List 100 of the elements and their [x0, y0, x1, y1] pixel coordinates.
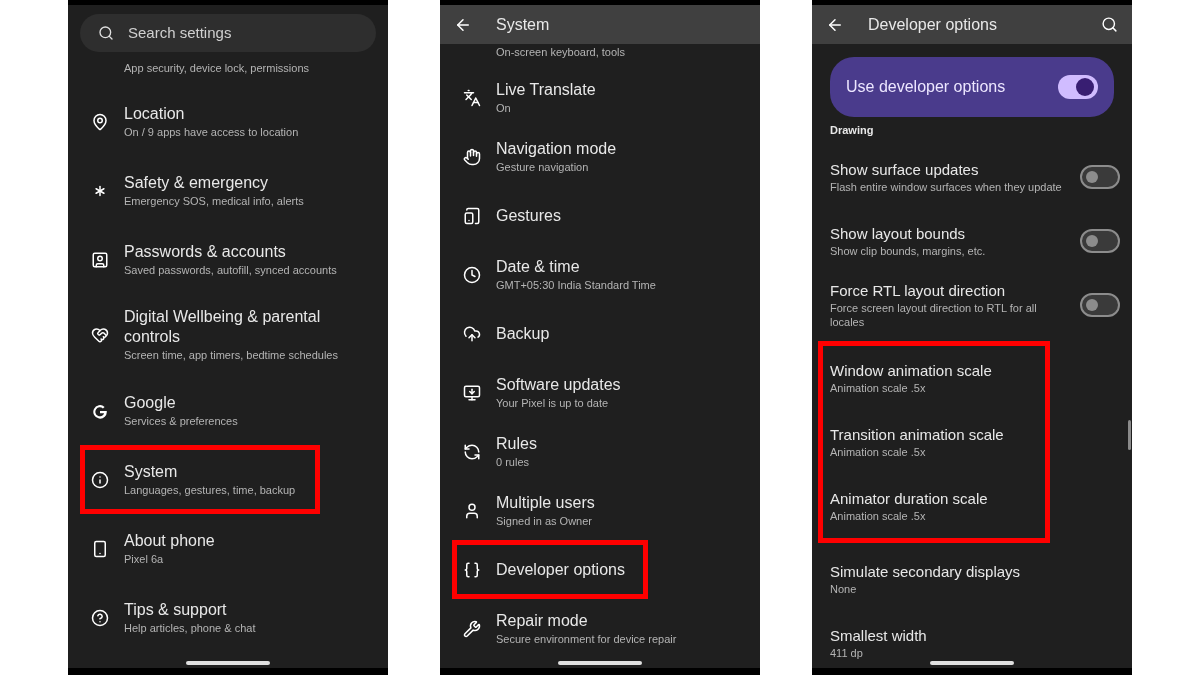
screen-title: Developer options — [868, 14, 998, 35]
phone-icon — [91, 539, 109, 558]
search-icon[interactable] — [1101, 16, 1118, 33]
item-title: About phone — [124, 530, 215, 551]
settings-item[interactable]: Tips & support Help articles, phone & chat — [80, 583, 380, 652]
tools-icon — [463, 619, 481, 638]
item-subtitle: 0 rules — [496, 454, 531, 470]
item-title: Multiple users — [496, 492, 595, 513]
cloud-upload-icon — [463, 324, 481, 343]
item-title: Date & time — [496, 256, 581, 277]
main-switch-card[interactable]: Use developer options — [830, 57, 1114, 117]
item-subtitle: Emergency SOS, medical info, alerts — [124, 193, 304, 209]
item-title: Google — [124, 392, 177, 413]
download-icon — [463, 383, 481, 402]
settings-item[interactable]: Live Translate On — [452, 68, 752, 127]
item-title: Window animation scale — [830, 361, 993, 381]
settings-item[interactable]: Animator duration scale Animation scale .5x — [823, 474, 1045, 538]
settings-item[interactable]: Force RTL layout direction Force screen layout direction to RTL for all locales — [812, 273, 1132, 337]
item-title: Navigation mode — [496, 138, 617, 159]
settings-item[interactable]: Safety & emergency Emergency SOS, medical info, alerts — [80, 156, 380, 225]
help-icon — [91, 608, 109, 627]
item-subtitle: Flash entire window surfaces when they update — [830, 180, 1063, 194]
toggle-switch[interactable] — [1080, 229, 1120, 253]
item-subtitle: GMT+05:30 India Standard Time — [496, 277, 656, 293]
switch-label: Use developer options — [846, 77, 1006, 97]
settings-item[interactable]: Passwords & accounts Saved passwords, autofill, synced accounts — [80, 225, 380, 294]
item-title: Show surface updates — [830, 160, 980, 180]
settings-item[interactable]: Backup — [452, 304, 752, 363]
item-subtitle: Animation scale .5x — [830, 381, 927, 395]
item-title: Animator duration scale — [830, 489, 989, 509]
item-subtitle: App security, device lock, permissions — [124, 61, 311, 75]
settings-item[interactable]: Developer options — [452, 540, 648, 599]
settings-item[interactable]: Gestures — [452, 186, 752, 245]
scrollbar — [1128, 420, 1131, 450]
settings-item[interactable]: Software updates Your Pixel is up to date — [452, 363, 752, 422]
settings-item[interactable]: System Languages, gestures, time, backup — [80, 445, 320, 514]
translate-icon — [463, 88, 481, 107]
item-title: Live Translate — [496, 79, 596, 100]
item-title: Gestures — [496, 205, 561, 226]
item-title: Force RTL layout direction — [830, 281, 1007, 301]
settings-item[interactable]: Location On / 9 apps have access to location — [80, 87, 380, 156]
settings-item[interactable]: Show layout bounds Show clip bounds, margins, etc. — [812, 209, 1132, 273]
item-title: Passwords & accounts — [124, 241, 287, 262]
settings-item[interactable]: Simulate secondary displays None — [812, 547, 1132, 611]
item-subtitle: Secure environment for device repair — [496, 631, 677, 647]
item-subtitle: Show clip bounds, margins, etc. — [830, 244, 987, 258]
screen-title: System — [496, 14, 551, 35]
item-title: Transition animation scale — [830, 425, 1005, 445]
search-field[interactable]: Search settings — [80, 14, 376, 52]
clock-icon — [463, 265, 481, 284]
account-card-icon — [91, 250, 109, 269]
item-subtitle: Services & preferences — [124, 413, 238, 429]
settings-item[interactable]: Show surface updates Flash entire window surfaces when they update — [812, 145, 1132, 209]
item-subtitle: On / 9 apps have access to location — [124, 124, 299, 140]
item-subtitle: Languages, gestures, time, backup — [124, 482, 296, 498]
item-subtitle: Help articles, phone & chat — [124, 620, 256, 636]
item-subtitle: Force screen layout direction to RTL for all locales — [830, 301, 1038, 329]
person-icon — [463, 501, 481, 520]
section-heading: Drawing — [830, 123, 875, 137]
item-title: Backup — [496, 323, 550, 344]
settings-item[interactable]: Navigation mode Gesture navigation — [452, 127, 752, 186]
item-title: Repair mode — [496, 610, 589, 631]
location-pin-icon — [91, 112, 109, 131]
item-title: Simulate secondary displays — [830, 562, 1022, 582]
item-title: Location — [124, 103, 186, 124]
search-placeholder: Search settings — [128, 22, 232, 43]
item-subtitle: On — [496, 100, 512, 116]
item-title: Digital Wellbeing & parental controls — [124, 307, 322, 347]
settings-item[interactable]: Repair mode Secure environment for device repair — [452, 599, 752, 658]
item-subtitle: On-screen keyboard, tools — [496, 45, 626, 59]
heart-hand-icon — [91, 326, 109, 344]
item-title: Software updates — [496, 374, 621, 395]
item-subtitle: 411 dp — [830, 646, 864, 660]
item-subtitle: Screen time, app timers, bedtime schedules — [124, 348, 339, 363]
item-subtitle: Pixel 6a — [124, 551, 165, 567]
cycle-icon — [463, 442, 481, 461]
settings-item[interactable]: Google Services & preferences — [80, 376, 380, 445]
toggle-switch[interactable] — [1080, 293, 1120, 317]
item-subtitle: Animation scale .5x — [830, 509, 927, 523]
item-subtitle: Saved passwords, autofill, synced accounts — [124, 262, 337, 278]
settings-item[interactable]: Multiple users Signed in as Owner — [452, 481, 752, 540]
settings-item[interactable]: Digital Wellbeing & parental controls Screen time, app timers, bedtime schedules — [80, 294, 380, 376]
settings-item[interactable]: Smallest width 411 dp — [812, 611, 1132, 668]
settings-item[interactable]: Window animation scale Animation scale .5x — [823, 346, 1045, 410]
braces-icon — [463, 560, 481, 579]
info-icon — [91, 470, 109, 489]
settings-item[interactable]: Transition animation scale Animation scale .5x — [823, 410, 1045, 474]
settings-item[interactable]: Rules 0 rules — [452, 422, 752, 481]
item-subtitle: Gesture navigation — [496, 159, 590, 175]
item-title: Tips & support — [124, 599, 228, 620]
toggle-switch[interactable] — [1058, 75, 1098, 99]
toggle-switch[interactable] — [1080, 165, 1120, 189]
item-title: Smallest width — [830, 626, 928, 646]
item-subtitle: Animation scale .5x — [830, 445, 927, 459]
settings-item[interactable]: Date & time GMT+05:30 India Standard Time — [452, 245, 752, 304]
phone-gesture-icon — [463, 206, 481, 225]
settings-item[interactable]: About phone Pixel 6a — [80, 514, 380, 583]
item-subtitle: Your Pixel is up to date — [496, 395, 610, 411]
hand-gesture-icon — [463, 147, 481, 166]
item-title: Developer options — [496, 559, 625, 580]
